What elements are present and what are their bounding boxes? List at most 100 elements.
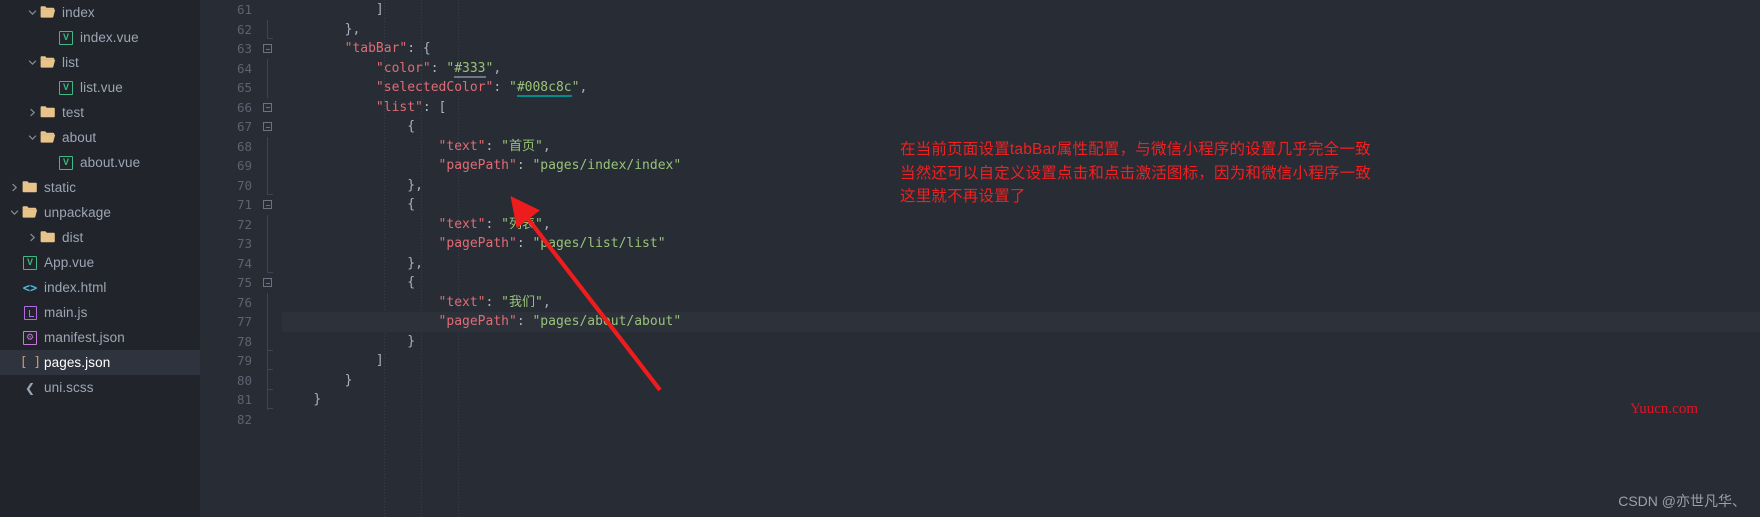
code-line[interactable]: } [282,371,1760,391]
fold-collapse-icon[interactable] [263,102,272,112]
fold-collapse-icon[interactable] [263,122,272,131]
tree-item-app-vue[interactable]: V App.vue [0,250,200,275]
tree-item-index-vue[interactable]: Vindex.vue [0,25,200,50]
tree-item-uni-scss[interactable]: ❮ uni.scss [0,375,200,400]
tree-item-list[interactable]: list [0,50,200,75]
tree-item-label: manifest.json [44,330,125,345]
code-line[interactable]: "pagePath": "pages/about/about" [200,312,1760,332]
fold-marker[interactable] [260,19,282,39]
fold-collapse-icon[interactable] [263,44,272,53]
code-editor[interactable]: 61 62 63 64 65 66 67 68 69 70 71 72 73 74 75 76 77 78 79 80… [200,0,1760,517]
line-number: 73 [236,236,252,251]
fold-marker[interactable] [260,273,282,293]
fold-marker[interactable] [260,78,282,98]
code-line[interactable]: "tabBar": { [282,39,1760,59]
fold-marker[interactable] [260,58,282,78]
code-line[interactable]: "text": "列表", [282,215,1760,235]
tree-item-label: list [62,55,79,70]
vue-file-icon: V [59,155,73,170]
fold-marker[interactable] [260,0,282,20]
folder-open-icon [40,5,56,21]
chevron-right-icon[interactable] [26,233,39,242]
code-line[interactable] [282,410,1760,430]
fold-marker[interactable] [260,98,282,118]
csdn-watermark: CSDN @亦世凡华、 [1618,493,1746,509]
tree-item-label: App.vue [44,255,95,270]
line-number: 66 [236,99,252,115]
fold-marker[interactable] [260,292,282,312]
chevron-down-icon[interactable] [26,58,39,67]
fold-marker[interactable] [260,234,282,254]
line-number: 76 [236,294,252,310]
fold-marker[interactable] [260,331,282,351]
line-number: 62 [236,21,252,37]
site-watermark: Yuucn.com [1630,401,1698,417]
fold-marker[interactable] [260,136,282,156]
fold-marker[interactable] [260,410,282,430]
tree-item-label: uni.scss [44,380,94,395]
code-line[interactable]: { [282,117,1760,137]
file-tree[interactable]: index Vindex.vue list Vlist.vue test about Vab… [0,0,200,400]
tree-item-about[interactable]: about [0,125,200,150]
file-explorer-sidebar[interactable]: index Vindex.vue list Vlist.vue test about Vab… [0,0,200,517]
tree-item-main-js[interactable]: main.js [0,300,200,325]
code-line[interactable]: } [282,332,1760,352]
tree-item-list-vue[interactable]: Vlist.vue [0,75,200,100]
code-line[interactable]: }, [282,20,1760,40]
chevron-down-icon[interactable] [26,133,39,142]
folder-icon [40,105,56,121]
code-line[interactable]: { [282,273,1760,293]
scss-file-icon: ❮ [24,380,36,395]
fold-collapse-icon[interactable] [263,200,272,209]
tree-item-dist[interactable]: dist [0,225,200,250]
code-line[interactable]: }, [282,254,1760,274]
tree-item-label: test [62,105,85,120]
line-number: 77 [236,314,252,329]
fold-marker[interactable] [260,370,282,390]
tree-item-test[interactable]: test [0,100,200,125]
fold-marker[interactable] [260,195,282,215]
fold-marker[interactable] [260,117,282,137]
tree-item-label: index.html [44,280,107,295]
fold-marker[interactable] [260,312,282,332]
folder-open-icon [40,130,56,146]
tree-item-label: index.vue [80,30,139,45]
tree-item-label: static [44,180,77,195]
tree-item-manifest-json[interactable]: ⚙ manifest.json [0,325,200,350]
vue-file-icon: V [59,80,73,95]
code-line[interactable]: } [282,390,1760,410]
chevron-down-icon[interactable] [26,8,39,17]
code-line[interactable]: "selectedColor": "#008c8c", [282,78,1760,98]
tree-item-about-vue[interactable]: Vabout.vue [0,150,200,175]
tree-item-label: about.vue [80,155,141,170]
line-number: 79 [236,353,252,368]
tree-item-label: dist [62,230,84,245]
code-line[interactable]: "pagePath": "pages/list/list" [282,234,1760,254]
fold-marker[interactable] [260,214,282,234]
line-number: 64 [236,60,252,76]
tree-item-static[interactable]: static [0,175,200,200]
line-number: 63 [236,41,252,56]
fold-marker[interactable] [260,156,282,176]
line-number: 67 [236,119,252,134]
code-content[interactable]: ] }, "tabBar": { "color": "#333", "selec… [200,0,1760,517]
code-line[interactable]: "color": "#333", [282,59,1760,79]
fold-marker[interactable] [260,351,282,371]
fold-marker[interactable] [260,390,282,410]
chevron-right-icon[interactable] [26,108,39,117]
tree-item-index-html[interactable]: <> index.html [0,275,200,300]
code-folding-gutter[interactable] [260,0,282,517]
fold-marker[interactable] [260,253,282,273]
chevron-right-icon[interactable] [8,183,21,192]
code-line[interactable]: "text": "我们", [282,293,1760,313]
tree-item-unpackage[interactable]: unpackage [0,200,200,225]
fold-collapse-icon[interactable] [263,278,272,287]
code-line[interactable]: ] [282,351,1760,371]
code-line[interactable]: ] [282,0,1760,20]
tree-item-pages-json[interactable]: [ ] pages.json [0,350,200,375]
code-line[interactable]: "list": [ [282,98,1760,118]
tree-item-index[interactable]: index [0,0,200,25]
chevron-down-icon[interactable] [8,208,21,217]
fold-marker[interactable] [260,175,282,195]
fold-marker[interactable] [260,39,282,59]
